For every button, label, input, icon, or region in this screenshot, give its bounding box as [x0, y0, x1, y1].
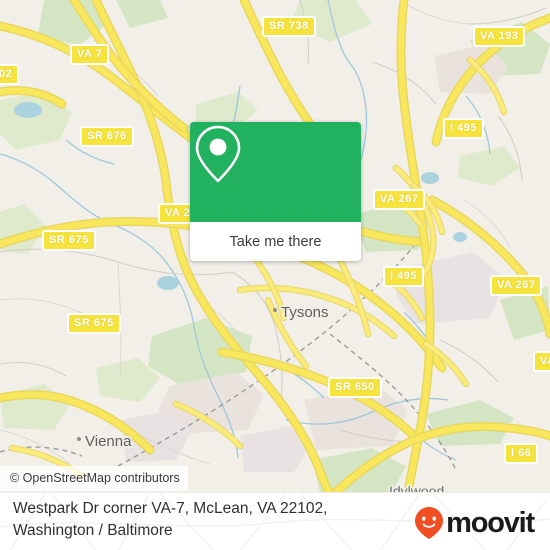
moovit-pin-smiley-icon [415, 507, 444, 539]
road-shield-label: SR 650 [335, 381, 375, 393]
road-shield-label: SR 676 [87, 130, 127, 142]
road-shield: VA 267 [490, 275, 543, 296]
road-shield: I 66 [504, 443, 539, 464]
station-popup-card[interactable]: Take me there [190, 122, 361, 261]
map-pin-icon [195, 125, 241, 183]
take-me-there-label: Take me there [229, 233, 322, 250]
road-shield: SR 650 [328, 377, 382, 398]
popup-icon-area [190, 122, 361, 222]
take-me-there-button[interactable]: Take me there [190, 222, 361, 261]
address-line-1: Westpark Dr corner VA-7, McLean, VA 2210… [13, 500, 328, 517]
map-canvas[interactable]: .wtr{fill:none;stroke:#9fc8da;stroke-wid… [0, 0, 550, 492]
road-shield-label: I 495 [390, 270, 417, 282]
place-dot [273, 308, 277, 312]
station-map-screenshot: .wtr{fill:none;stroke:#9fc8da;stroke-wid… [0, 0, 550, 550]
footer-bar: Westpark Dr corner VA-7, McLean, VA 2210… [0, 492, 550, 550]
road-shield: VA 267 [373, 189, 426, 210]
attribution-text: © OpenStreetMap contributors [10, 471, 180, 485]
road-shield-label: SR 675 [49, 234, 89, 246]
station-address: Westpark Dr corner VA-7, McLean, VA 2210… [13, 498, 393, 542]
road-shield: VA 193 [473, 26, 526, 47]
road-shield-label: VA 193 [480, 30, 519, 42]
place-label: Vienna [85, 433, 132, 450]
road-shield-label: SR 675 [74, 317, 114, 329]
road-shield-label: VA 7 [77, 48, 103, 60]
road-shield-label: I 66 [511, 447, 532, 459]
place-label: Idylwood [389, 483, 445, 492]
road-shield-label: SR 738 [269, 20, 309, 32]
road-shield: VA 7 [70, 44, 110, 65]
road-shield-label: VA 267 [497, 279, 536, 291]
road-shield: 02 [0, 64, 20, 85]
road-shield-label: VA [540, 355, 550, 367]
road-shield-label: VA 267 [380, 193, 419, 205]
moovit-logo[interactable]: moovit [414, 506, 535, 540]
place-dot [77, 437, 81, 441]
moovit-wordmark: moovit [446, 506, 535, 539]
road-shield: SR 676 [80, 126, 134, 147]
road-shield: SR 738 [262, 16, 316, 37]
road-shield-label: VA 2 [165, 207, 191, 219]
map-attribution[interactable]: © OpenStreetMap contributors [0, 466, 188, 491]
place-label: Tysons [281, 304, 329, 321]
road-shield-label: I 495 [450, 122, 477, 134]
road-shield: I 495 [383, 266, 424, 287]
road-shield-label: 02 [0, 68, 13, 80]
address-line-2: Washington / Baltimore [13, 522, 173, 539]
road-shield: SR 675 [67, 313, 121, 334]
road-shield: VA [533, 351, 550, 372]
road-shield: I 495 [443, 118, 484, 139]
road-shield: SR 675 [42, 230, 96, 251]
